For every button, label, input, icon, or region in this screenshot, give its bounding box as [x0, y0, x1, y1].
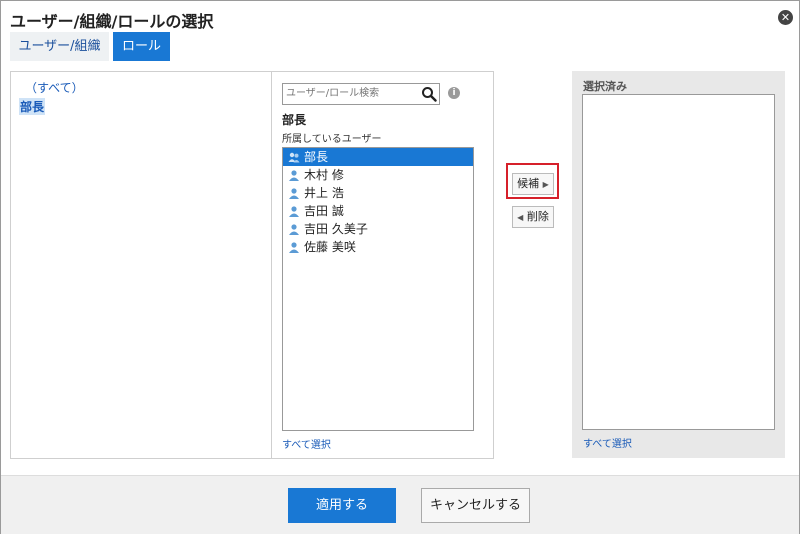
remove-button-label: 削除: [526, 210, 549, 223]
select-all-link[interactable]: すべて選択: [282, 436, 331, 451]
list-item[interactable]: 部長: [283, 148, 473, 166]
member-label: 佐藤 美咲: [304, 240, 356, 254]
main-panel: （すべて） 部長 i 部長 所属しているユーザー 部長: [10, 71, 494, 459]
tree-item-all[interactable]: （すべて）: [25, 79, 84, 96]
close-icon[interactable]: ✕: [778, 10, 793, 25]
member-label: 吉田 誠: [304, 204, 344, 218]
tab-users-orgs[interactable]: ユーザー/組織: [10, 32, 109, 61]
role-name: 部長: [282, 113, 307, 127]
panel-divider: [271, 72, 272, 458]
footer: 適用する キャンセルする: [1, 475, 799, 534]
search-box: [282, 83, 440, 105]
remove-button[interactable]: ◀ 削除: [512, 206, 554, 228]
selected-select-all-link[interactable]: すべて選択: [583, 435, 632, 450]
selected-panel: 選択済み すべて選択: [572, 71, 785, 458]
selected-title: 選択済み: [583, 80, 627, 93]
members-label: 所属しているユーザー: [282, 134, 382, 145]
add-button-label: 候補: [517, 177, 540, 190]
user-icon: [289, 242, 299, 253]
user-icon: [289, 188, 299, 199]
info-icon[interactable]: i: [448, 87, 460, 99]
member-label: 吉田 久美子: [304, 222, 368, 236]
list-item[interactable]: 吉田 誠: [283, 202, 473, 220]
caret-left-icon: ◀: [517, 213, 524, 222]
member-label: 井上 浩: [304, 186, 344, 200]
apply-button[interactable]: 適用する: [288, 488, 396, 523]
caret-right-icon: ▶: [542, 180, 549, 189]
tab-roles[interactable]: ロール: [113, 32, 170, 61]
list-item[interactable]: 木村 修: [283, 166, 473, 184]
members-list[interactable]: 部長 木村 修 井上 浩 吉田 誠 吉田 久美子 佐藤 美咲: [282, 147, 474, 431]
list-item[interactable]: 吉田 久美子: [283, 220, 473, 238]
user-icon: [289, 170, 299, 181]
search-icon[interactable]: [421, 86, 437, 102]
dialog-title: ユーザー/組織/ロールの選択: [10, 12, 214, 31]
member-label: 木村 修: [304, 168, 344, 182]
user-icon: [289, 206, 299, 217]
search-input[interactable]: [286, 85, 414, 102]
list-item[interactable]: 井上 浩: [283, 184, 473, 202]
role-icon: [288, 152, 300, 163]
tree-item-role[interactable]: 部長: [19, 98, 46, 115]
user-icon: [289, 224, 299, 235]
dialog: ユーザー/組織/ロールの選択 ✕ ユーザー/組織 ロール （すべて） 部長 i …: [0, 0, 800, 534]
member-label: 部長: [304, 150, 329, 164]
cancel-button[interactable]: キャンセルする: [421, 488, 530, 523]
selected-list[interactable]: [582, 94, 775, 430]
list-item[interactable]: 佐藤 美咲: [283, 238, 473, 256]
add-button[interactable]: 候補 ▶: [512, 173, 554, 195]
